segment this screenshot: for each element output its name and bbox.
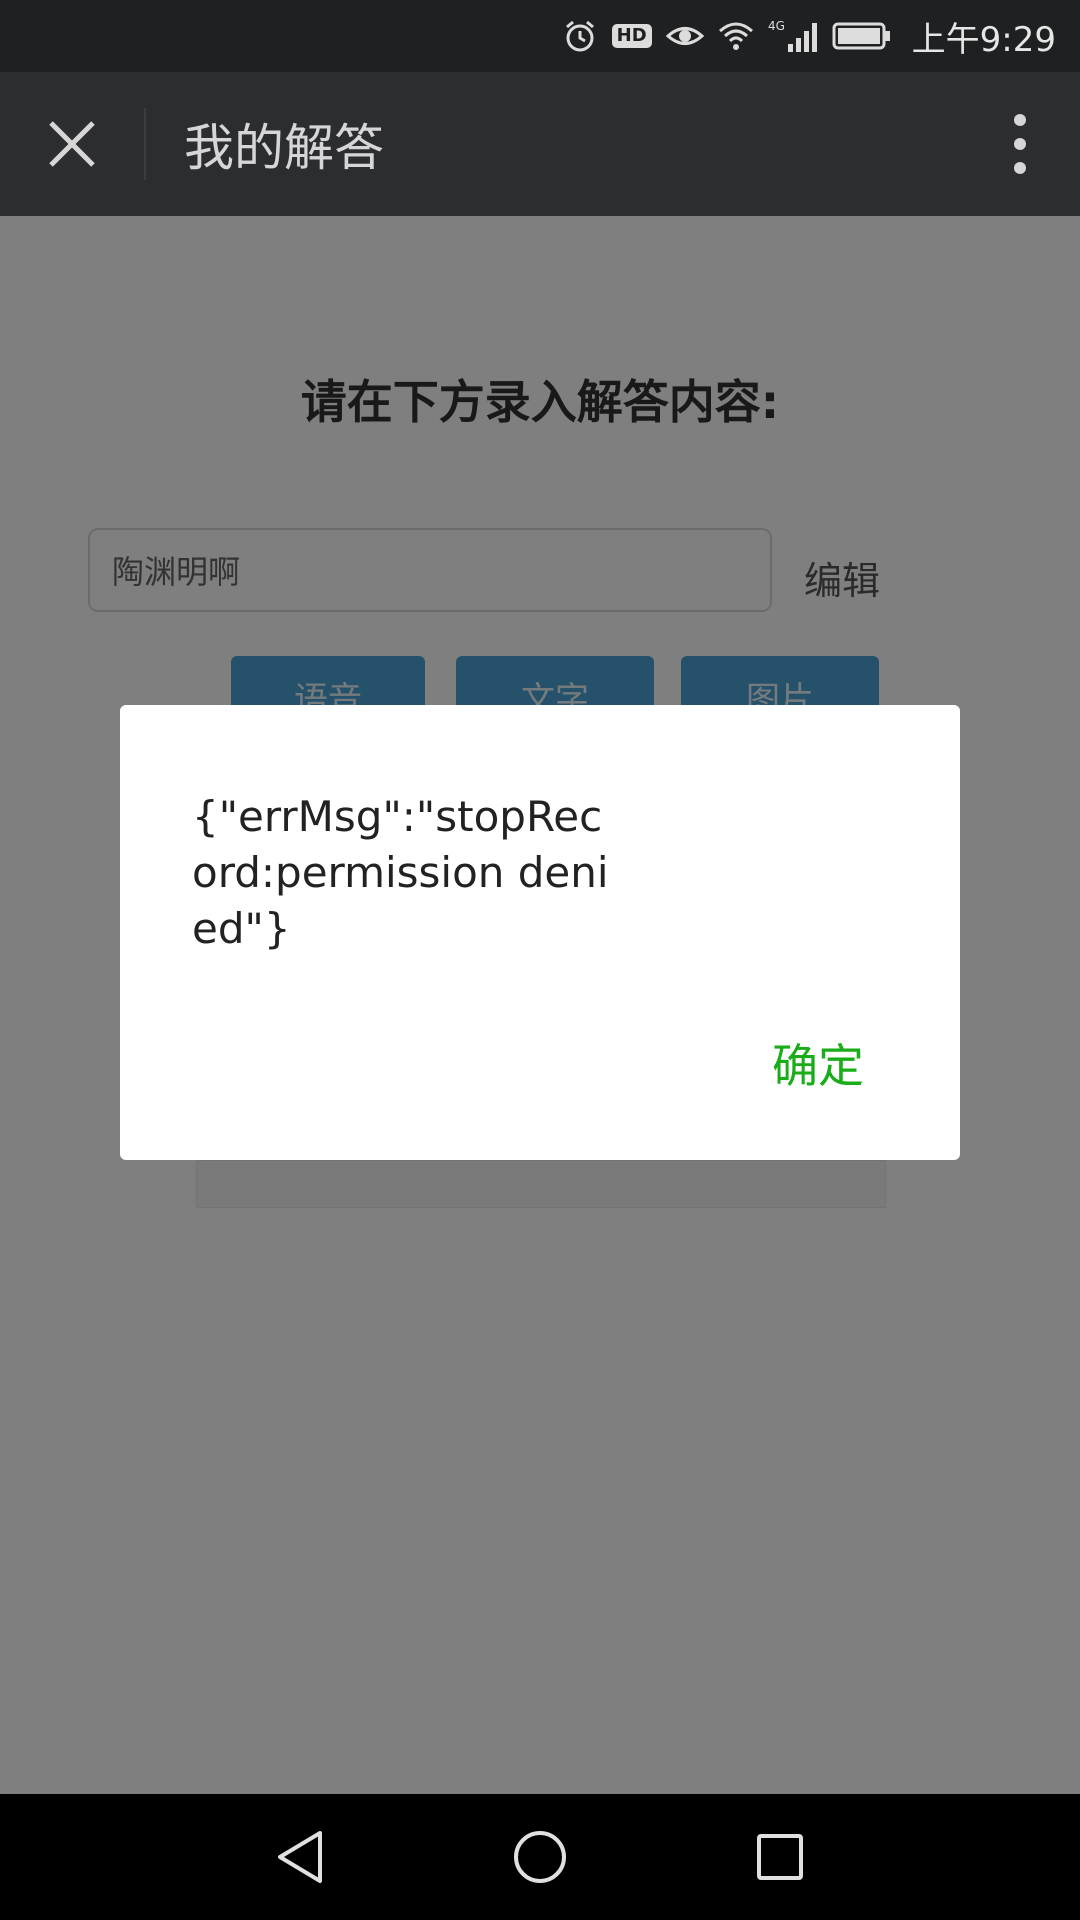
back-icon	[278, 1831, 322, 1883]
more-vertical-icon-dot	[1014, 138, 1026, 150]
more-options-button[interactable]	[972, 72, 1068, 216]
alert-dialog: {"errMsg":"stopRecord:permission denied"…	[120, 705, 960, 1160]
more-vertical-icon	[1014, 114, 1026, 126]
signal-4g-icon: 4G	[768, 16, 818, 56]
network-label: 4G	[768, 19, 785, 33]
hd-badge: HD	[611, 24, 652, 48]
dialog-message: {"errMsg":"stopRecord:permission denied"…	[192, 792, 609, 953]
status-bar: HD 4G 上午9:29	[0, 0, 1080, 72]
alarm-icon	[562, 16, 598, 56]
eye-icon	[665, 16, 704, 56]
navigation-bar	[0, 1794, 1080, 1920]
close-icon	[49, 121, 95, 167]
title-bar: 我的解答	[0, 72, 1080, 216]
screen: HD 4G 上午9:29 我的解答 {"errMsg":"stopRecord:…	[0, 0, 1080, 1920]
more-vertical-icon-dot	[1014, 162, 1026, 174]
wifi-icon	[718, 16, 754, 56]
page-title: 我的解答	[184, 119, 384, 177]
recent-apps-button[interactable]	[745, 1822, 815, 1892]
back-button[interactable]	[265, 1822, 335, 1892]
battery-icon	[832, 16, 892, 56]
confirm-button[interactable]: 确定	[772, 1030, 864, 1096]
status-time: 上午9:29	[911, 19, 1056, 60]
hd-icon: HD	[611, 16, 652, 56]
close-button[interactable]	[0, 72, 144, 216]
home-icon	[514, 1831, 566, 1883]
recent-apps-icon	[757, 1834, 803, 1880]
title-divider	[144, 108, 146, 180]
home-button[interactable]	[505, 1822, 575, 1892]
